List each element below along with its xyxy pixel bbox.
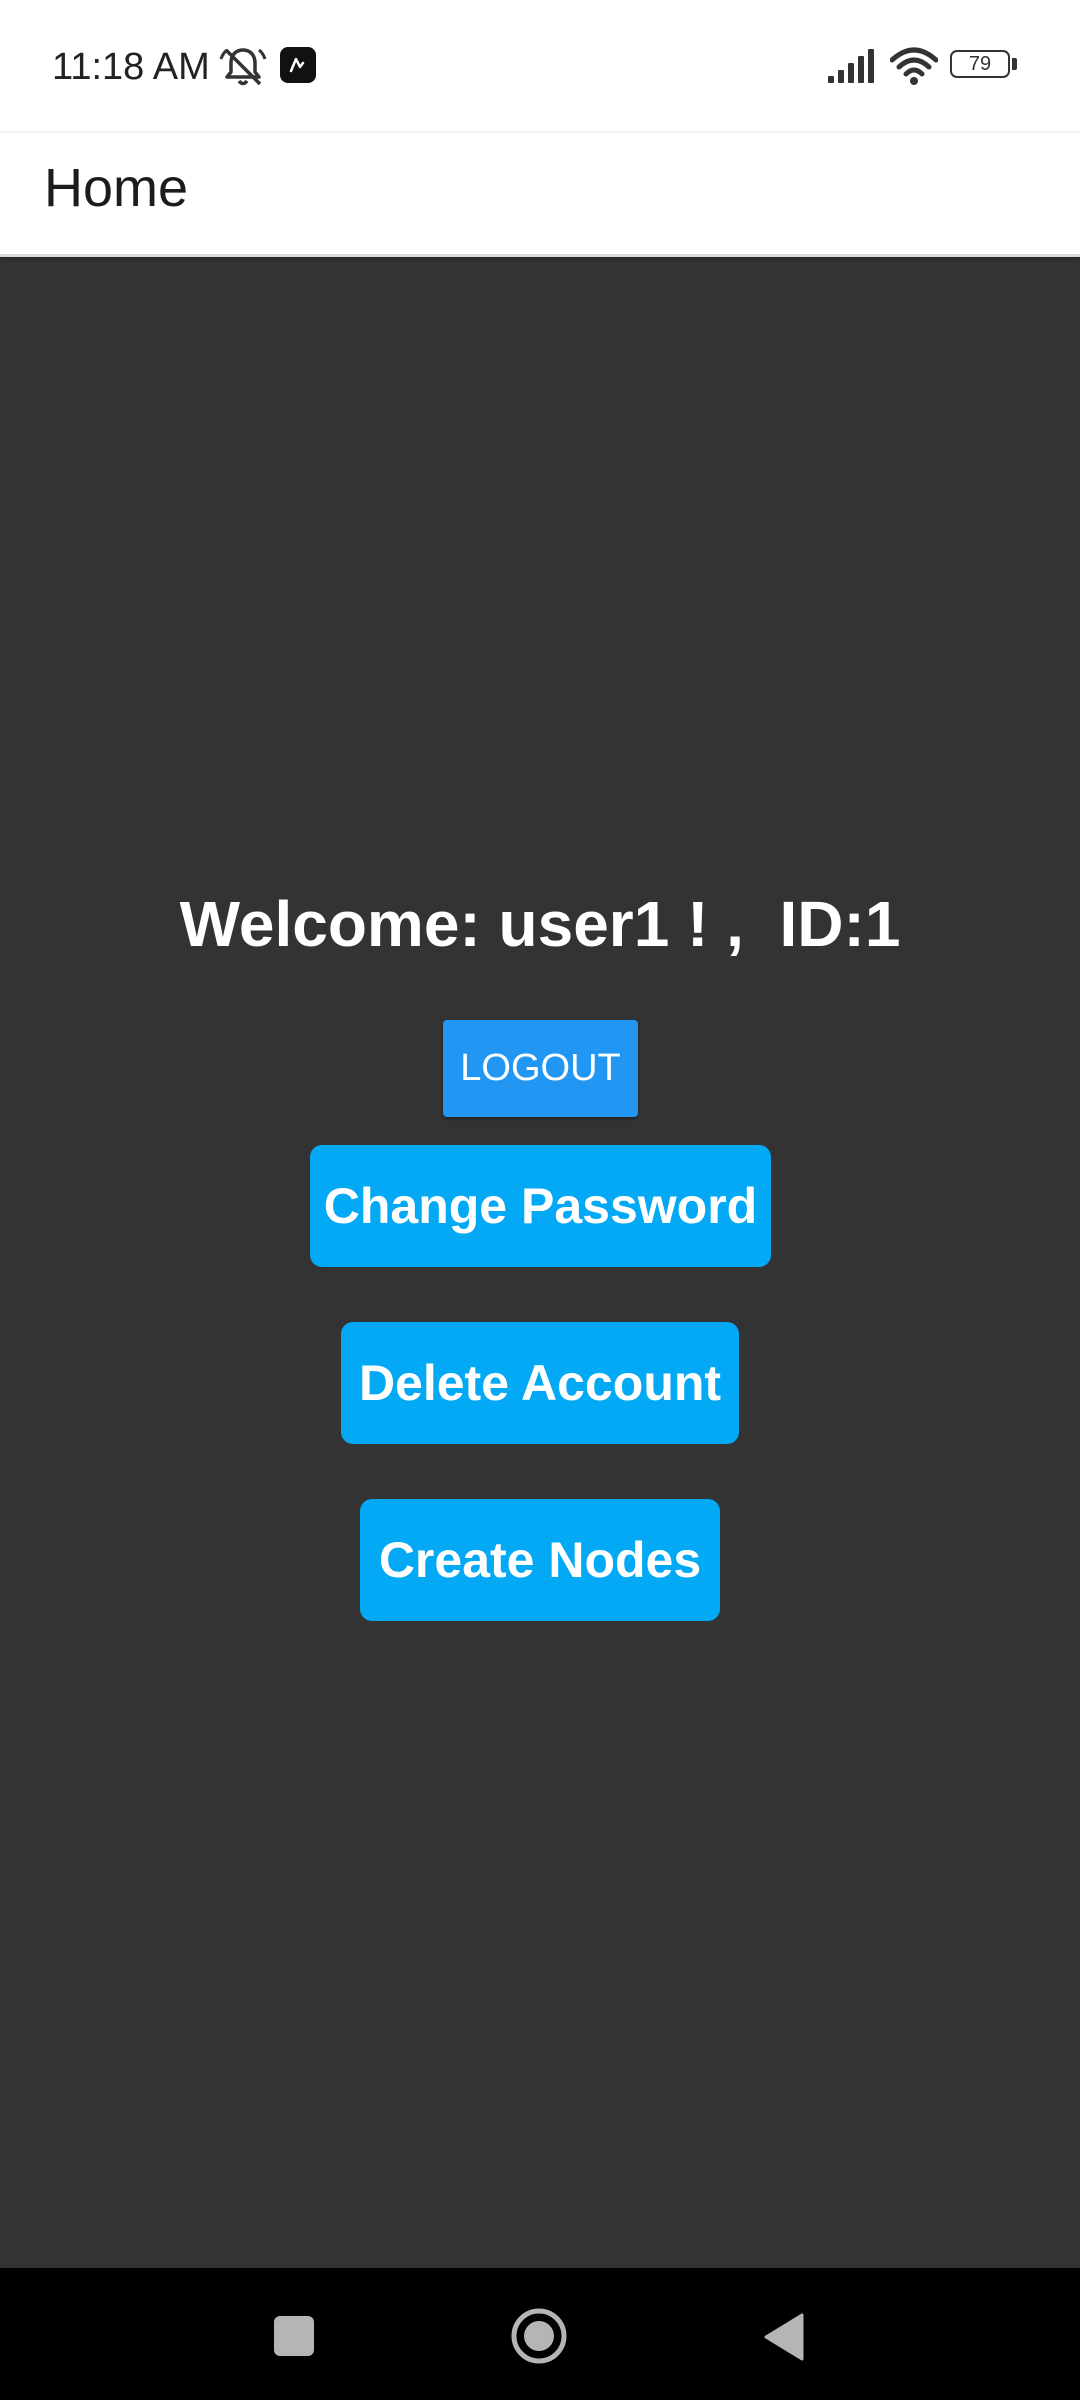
battery-tip — [1012, 58, 1017, 70]
status-time: 11:18 AM — [52, 46, 210, 88]
create-nodes-button[interactable]: Create Nodes — [360, 1499, 720, 1621]
status-bar: 11:18 AM 79 — [0, 0, 1080, 133]
welcome-text: Welcome: user1 ! , ID:1 — [179, 888, 901, 960]
change-password-button[interactable]: Change Password — [310, 1145, 771, 1267]
home-icon[interactable] — [510, 2307, 568, 2365]
logout-button[interactable]: LOGOUT — [443, 1020, 638, 1117]
wifi-icon — [890, 47, 938, 85]
battery-icon: 79 — [950, 50, 1020, 82]
delete-account-button[interactable]: Delete Account — [341, 1322, 739, 1444]
app-bar: Home — [0, 133, 1080, 257]
battery-level: 79 — [950, 50, 1010, 78]
signal-icon — [828, 49, 874, 83]
recents-icon[interactable] — [274, 2316, 314, 2356]
bell-muted-icon — [219, 48, 267, 86]
back-icon[interactable] — [762, 2312, 806, 2362]
app-notification-icon — [280, 47, 316, 83]
app-screen: 11:18 AM 79 Home Welcome: user1 ! , ID:1… — [0, 0, 1080, 2400]
page-title: Home — [44, 158, 189, 218]
navigation-bar — [0, 2268, 1080, 2400]
